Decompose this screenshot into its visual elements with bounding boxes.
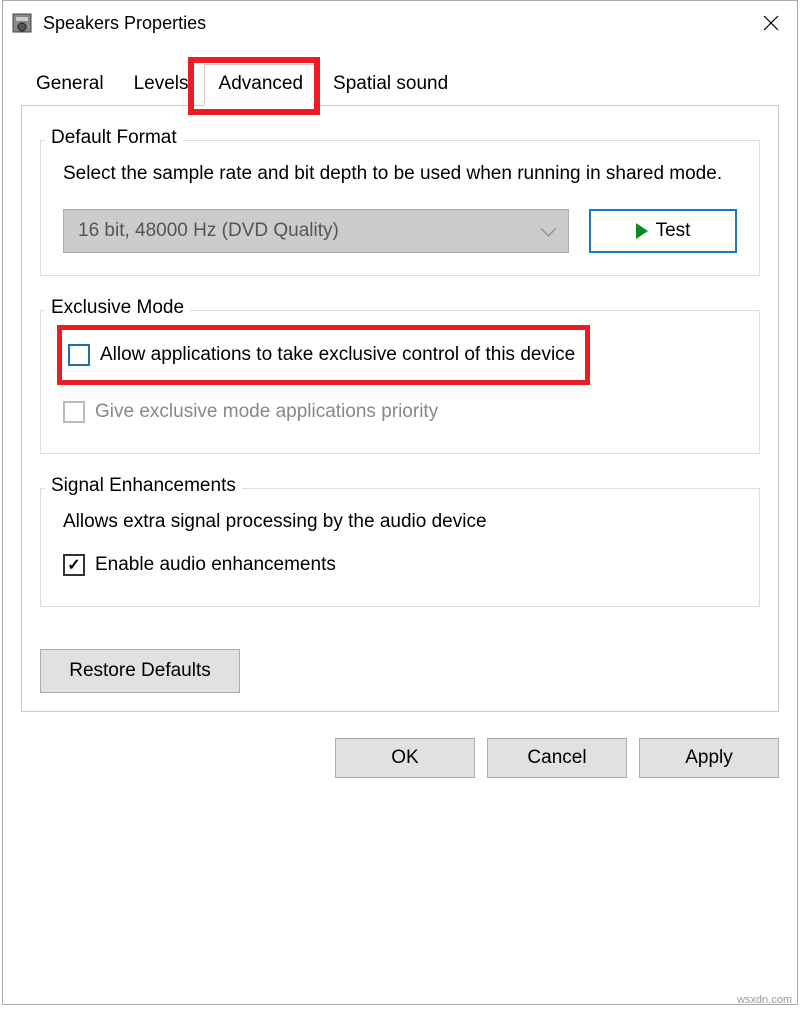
cancel-button[interactable]: Cancel: [487, 738, 627, 778]
exclusive-priority-checkbox: [63, 401, 85, 423]
enable-enhancements-checkbox[interactable]: [63, 554, 85, 576]
tab-panel: Default Format Select the sample rate an…: [21, 105, 779, 712]
exclusive-priority-label: Give exclusive mode applications priorit…: [95, 401, 438, 423]
play-icon: [636, 223, 648, 239]
default-format-description: Select the sample rate and bit depth to …: [63, 161, 737, 187]
tab-strip: General Levels Advanced Spatial sound: [3, 63, 797, 105]
group-legend-default-format: Default Format: [45, 127, 183, 149]
group-default-format: Default Format Select the sample rate an…: [40, 140, 760, 276]
dialog-window: Speakers Properties General Levels Advan…: [2, 0, 798, 1005]
cancel-button-label: Cancel: [527, 747, 586, 769]
group-legend-exclusive-mode: Exclusive Mode: [45, 297, 190, 319]
test-button[interactable]: Test: [589, 209, 737, 253]
exclusive-priority-checkbox-row: Give exclusive mode applications priorit…: [63, 397, 737, 427]
allow-exclusive-checkbox-row[interactable]: Allow applications to take exclusive con…: [68, 340, 575, 370]
group-signal-enhancements: Signal Enhancements Allows extra signal …: [40, 488, 760, 608]
tab-advanced[interactable]: Advanced: [204, 64, 319, 106]
group-exclusive-mode: Exclusive Mode Allow applications to tak…: [40, 310, 760, 454]
tab-general[interactable]: General: [21, 64, 119, 106]
tab-spatial-sound[interactable]: Spatial sound: [318, 64, 463, 106]
enable-enhancements-checkbox-row[interactable]: Enable audio enhancements: [63, 550, 737, 580]
dialog-button-bar: OK Cancel Apply: [3, 724, 797, 778]
restore-defaults-label: Restore Defaults: [69, 660, 211, 682]
annotation-highlight-checkbox: Allow applications to take exclusive con…: [57, 325, 590, 385]
apply-button[interactable]: Apply: [639, 738, 779, 778]
window-title: Speakers Properties: [43, 13, 753, 34]
watermark: wsxdn.com: [737, 994, 792, 1006]
enable-enhancements-label: Enable audio enhancements: [95, 554, 336, 576]
format-select-value: 16 bit, 48000 Hz (DVD Quality): [78, 220, 339, 242]
format-select[interactable]: 16 bit, 48000 Hz (DVD Quality): [63, 209, 569, 253]
restore-defaults-button[interactable]: Restore Defaults: [40, 649, 240, 693]
close-icon: [763, 15, 779, 31]
test-button-label: Test: [656, 220, 691, 242]
ok-button[interactable]: OK: [335, 738, 475, 778]
tab-levels[interactable]: Levels: [119, 64, 204, 106]
ok-button-label: OK: [391, 747, 418, 769]
allow-exclusive-checkbox[interactable]: [68, 344, 90, 366]
title-bar: Speakers Properties: [3, 1, 797, 45]
allow-exclusive-label: Allow applications to take exclusive con…: [100, 344, 575, 366]
signal-enhancements-description: Allows extra signal processing by the au…: [63, 509, 737, 535]
app-icon: [11, 12, 33, 34]
apply-button-label: Apply: [685, 747, 733, 769]
group-legend-signal-enhancements: Signal Enhancements: [45, 475, 242, 497]
format-row: 16 bit, 48000 Hz (DVD Quality) Test: [63, 209, 737, 253]
close-button[interactable]: [753, 5, 789, 41]
